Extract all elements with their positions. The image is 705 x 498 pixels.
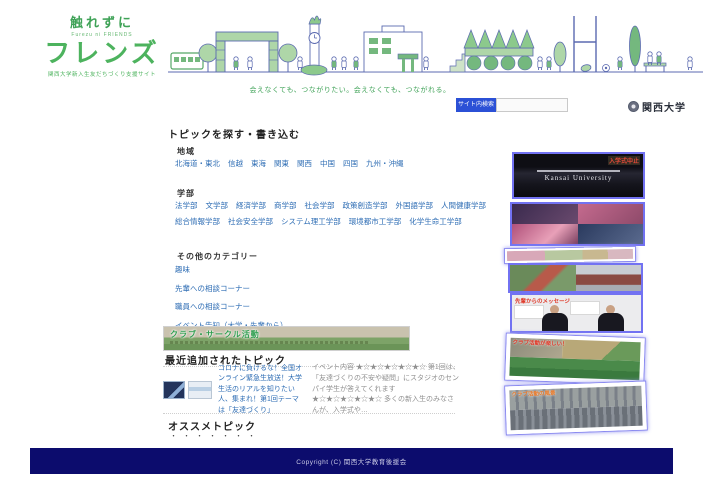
photo-festival-collage (510, 202, 645, 246)
region-link[interactable]: 関西 (297, 158, 312, 169)
region-link[interactable]: 北海道・東北 (175, 158, 220, 169)
club-banner-title: クラブ・サークル活動 (170, 329, 409, 340)
faculty-link[interactable]: 経済学部 (236, 200, 266, 211)
other-category-links: 趣味先輩への相談コーナー職員への相談コーナーイベント告知（大学・先輩から） (175, 264, 288, 331)
other-category-link[interactable]: 趣味 (175, 264, 288, 275)
site-logo[interactable]: 触れずに Furezu ni FRIENDS フレンズ 関西大学新入生友だちづく… (36, 12, 168, 78)
recent-topic-item: コロナに負けるな！全国オンライン緊急生放送！大学生活のリアルを知りたい人、集まれ… (163, 366, 455, 414)
faculty-link[interactable]: システム理工学部 (281, 216, 341, 227)
faculty-heading: 学部 (177, 188, 195, 199)
photo-red-caption: 先輩からのメッセージ (515, 297, 570, 305)
senior-figure (596, 305, 626, 331)
region-heading: 地域 (177, 146, 195, 157)
other-category-heading: その他のカテゴリー (177, 251, 258, 262)
faculty-link[interactable]: 文学部 (206, 200, 229, 211)
region-link[interactable]: 中国 (320, 158, 335, 169)
photo-night-gate: Kansai University 入学式中止 (512, 152, 645, 199)
site-search-input[interactable] (496, 98, 568, 112)
clock-tower-illustration (301, 16, 327, 75)
photo-club-sports-collage: クラブ活動が楽しい！ (505, 334, 645, 385)
photo-club-group-collage: クラブ活動の風景 (505, 382, 647, 435)
gate-light-streak (537, 170, 620, 172)
bench-illustration (644, 52, 666, 72)
gate-illustration (216, 32, 278, 72)
topic-thumbnail-studio[interactable] (163, 381, 185, 399)
rugby-ball-illustration (580, 64, 591, 72)
other-category-link[interactable]: 職員への相談コーナー (175, 301, 288, 312)
footer: Copyright (C) 関西大学教育後援会 (30, 448, 673, 474)
photo-cherry-strip (505, 247, 635, 263)
photo-seniors-message: 先輩からのメッセージ (510, 293, 643, 333)
photo-orange-caption: クラブ活動の風景 (511, 389, 555, 399)
university-name: 関西大学 (642, 99, 686, 114)
university-logo[interactable]: 関西大学 (628, 99, 686, 114)
university-emblem-icon (628, 101, 639, 112)
faculty-link[interactable]: 化学生命工学部 (409, 216, 462, 227)
site-search-button[interactable]: サイト内検索 (456, 98, 496, 112)
copyright-text: Copyright (C) 関西大学教育後援会 (296, 456, 406, 466)
faculty-link[interactable]: 社会安全学部 (228, 216, 273, 227)
region-link[interactable]: 東海 (251, 158, 266, 169)
recommended-topics-placeholder: ・・・・・・・ (170, 431, 261, 441)
logo-top-text: 触れずに (36, 12, 168, 31)
building-illustration (364, 26, 422, 72)
logo-main-text: フレンズ (36, 40, 168, 67)
topic-link[interactable]: コロナに負けるな！全国オンライン緊急生放送！大学生活のリアルを知りたい人、集まれ… (218, 364, 304, 417)
topics-heading: トピックを探す・書き込む (168, 126, 300, 141)
photo-red-caption: 入学式中止 (608, 156, 640, 165)
photo-overlay-text: Kansai University (514, 174, 643, 182)
campus-illustration (168, 8, 703, 80)
region-link[interactable]: 信越 (228, 158, 243, 169)
region-link[interactable]: 九州・沖縄 (366, 158, 404, 169)
rugby-posts-illustration (574, 16, 596, 72)
region-link[interactable]: 関東 (274, 158, 289, 169)
photo-campus-scenes (508, 263, 643, 293)
faculty-link[interactable]: 政策創造学部 (343, 200, 388, 211)
faculty-link[interactable]: 商学部 (274, 200, 297, 211)
other-category-link[interactable]: 先輩への相談コーナー (175, 283, 288, 294)
region-links: 北海道・東北信越東海関東関西中国四国九州・沖縄 (175, 158, 475, 169)
topic-description: イベント内容 ★☆★☆★☆★☆★☆ 第1回は、「友達づくりの不安や疑問」にスタジ… (312, 363, 460, 417)
senior-figure (540, 305, 570, 331)
topic-thumbnail-flyer[interactable] (188, 381, 212, 399)
faculty-links: 法学部文学部経済学部商学部社会学部政策創造学部外国語学部人間健康学部総合情報学部… (175, 200, 510, 227)
faculty-link[interactable]: 社会学部 (305, 200, 335, 211)
faculty-link[interactable]: 外国語学部 (396, 200, 434, 211)
bus-illustration (171, 53, 203, 69)
faculty-link[interactable]: 法学部 (175, 200, 198, 211)
faculty-link[interactable]: 人間健康学部 (441, 200, 486, 211)
faculty-link[interactable]: 環境都市工学部 (349, 216, 402, 227)
faculty-link[interactable]: 総合情報学部 (175, 216, 220, 227)
club-circle-banner[interactable]: クラブ・サークル活動 (163, 326, 410, 351)
page: 触れずに Furezu ni FRIENDS フレンズ 関西大学新入生友だちづく… (0, 0, 705, 498)
banner-tagline: 会えなくても、つながりたい。会えなくても、つながれる。 (235, 85, 465, 95)
logo-site-text: 関西大学新入生友だちづくり支援サイト (36, 70, 168, 78)
club-banner-subtext (170, 341, 370, 344)
region-link[interactable]: 四国 (343, 158, 358, 169)
stand-illustration (464, 30, 534, 70)
